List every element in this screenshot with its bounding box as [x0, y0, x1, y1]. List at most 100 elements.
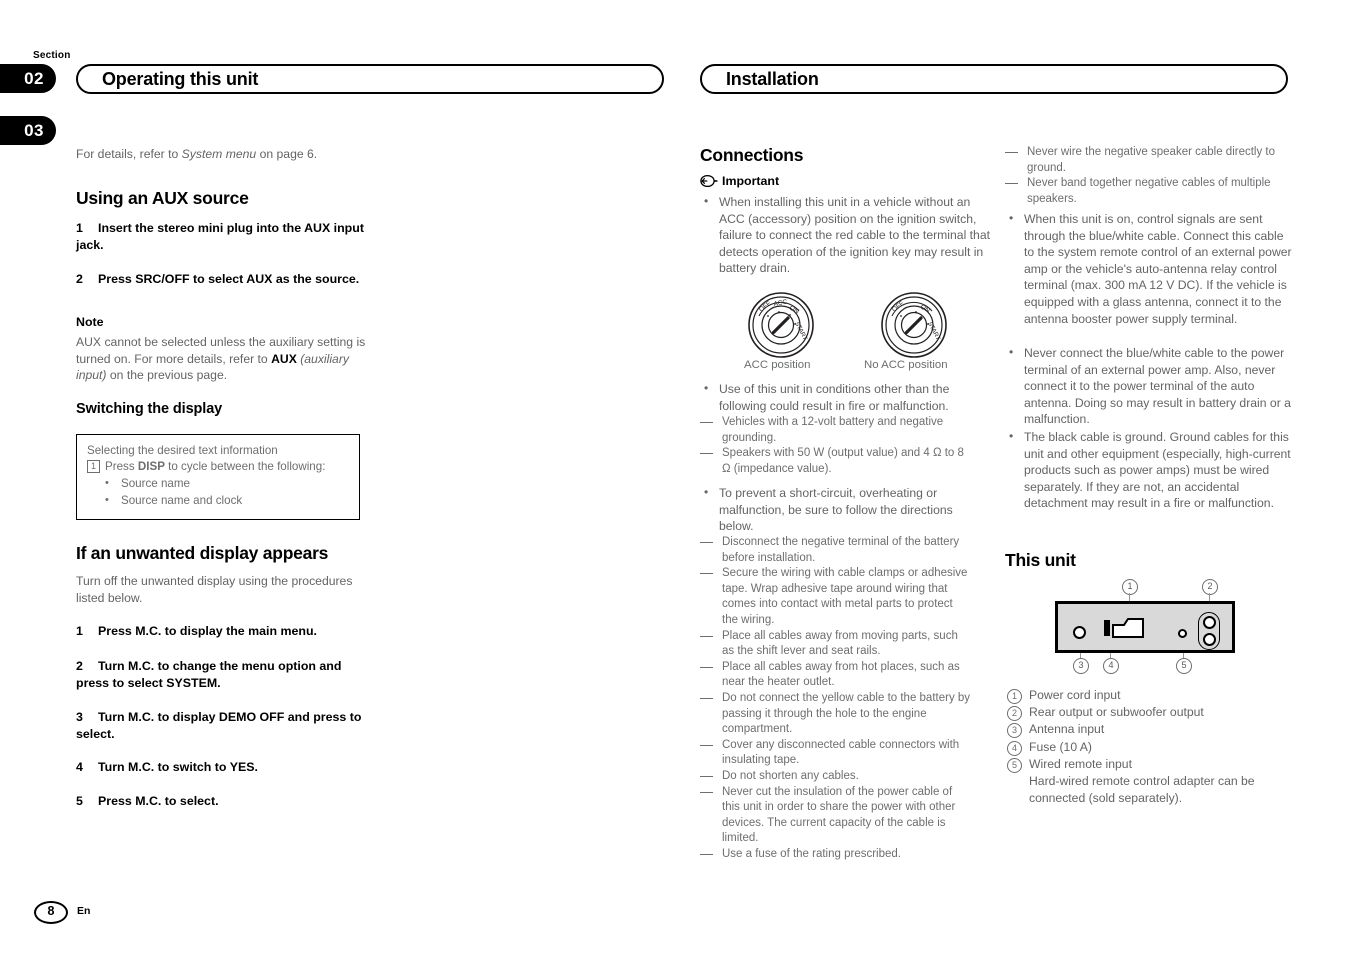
intro-italic: System menu [181, 147, 257, 161]
legend-circle-3: 3 [1007, 723, 1022, 739]
section-tab-03: 03 [0, 116, 56, 145]
callout-2: 2 [1202, 579, 1218, 595]
connections-bullet-1: When installing this unit in a vehicle w… [700, 193, 990, 277]
connections-bullet-2-sublist: Vehicles with a 12-volt battery and nega… [700, 415, 971, 477]
connections-bullet-2-list: Use of this unit in conditions other tha… [700, 380, 990, 414]
legend-text-2: Rear output or subwoofer output [1029, 705, 1204, 720]
intro-prefix: For details, refer to [76, 147, 182, 161]
no-acc-position-caption: No ACC position [864, 359, 948, 371]
unwanted-display-intro: Turn off the unwanted display using the … [76, 574, 353, 605]
legend-text-4: Fuse (10 A) [1029, 739, 1092, 754]
unwanted-step-4: 4 Turn M.C. to switch to YES. [76, 759, 366, 776]
tip-box-step-pre: Press [105, 460, 138, 473]
unwanted-step-2-text: Turn M.C. to change the menu option and … [76, 659, 342, 690]
note-heading: Note [76, 315, 104, 329]
heading-using-aux-source: Using an AUX source [76, 188, 249, 208]
legend-item-2: 2 Rear output or subwoofer output [1005, 704, 1295, 722]
aux-step-2-text: Press SRC/OFF to select AUX as the sourc… [98, 272, 360, 286]
unwanted-step-2-number: 2 [76, 659, 83, 673]
rear-panel-diagram: 1 2 3 4 5 [1000, 578, 1290, 674]
svg-text:START: START [793, 321, 808, 342]
tip-box-bullet-1: Source name [105, 475, 349, 492]
connections-bullet-3-list: To prevent a short-circuit, overheating … [700, 484, 990, 535]
tip-box-step-bold: DISP [137, 460, 165, 473]
right-dash-1: Never wire the negative speaker cable di… [1005, 145, 1276, 176]
section-word-label: Section [33, 50, 71, 61]
note-body: AUX cannot be selected unless the auxili… [76, 334, 366, 384]
header-left-title: Operating this unit [102, 68, 259, 89]
right-bullet-3: The black cable is ground. Ground cables… [1005, 428, 1295, 512]
unwanted-step-3: 3 Turn M.C. to display DEMO OFF and press… [76, 709, 368, 742]
important-label: Important [722, 174, 780, 188]
page-language-label: En [77, 905, 91, 917]
legend-item-3: 3 Antenna input [1005, 721, 1295, 739]
connections-bullet-1-list: When installing this unit in a vehicle w… [700, 193, 990, 277]
connections-bullet-2-sub-2: Speakers with 50 W (output value) and 4 … [700, 446, 971, 477]
legend-text-5: Wired remote input [1029, 756, 1132, 771]
svg-text:OFF: OFF [891, 300, 906, 314]
header-right-title: Installation [726, 68, 819, 89]
tip-box-title: Selecting the desired text information [87, 444, 278, 457]
connections-bullet-3-sublist: Disconnect the negative terminal of the … [700, 535, 971, 862]
page-number-badge: 8 [34, 901, 68, 924]
acc-position-caption: ACC position [744, 359, 811, 371]
wired-remote-input-icon [1178, 629, 1187, 638]
connections-bullet-3-sub-3: Place all cables away from moving parts,… [700, 629, 971, 660]
svg-text:ON: ON [788, 305, 800, 316]
note-bold-aux: AUX [271, 351, 297, 366]
unwanted-step-3-text: Turn M.C. to display DEMO OFF and press … [76, 710, 362, 741]
antenna-input-jack-icon [1073, 626, 1086, 639]
note-part2: on the previous page. [106, 368, 228, 383]
section-tab-02-label: 02 [24, 68, 44, 88]
connections-bullet-3-sub-5: Do not connect the yellow cable to the b… [700, 691, 971, 738]
aux-step-1-number: 1 [76, 221, 83, 235]
legend-continued-text: Hard-wired remote control adapter can be… [1029, 774, 1255, 806]
aux-step-2: 2 Press SRC/OFF to select AUX as the sour… [76, 271, 364, 288]
connections-bullet-3-sub-6: Cover any disconnected cable connectors … [700, 738, 971, 769]
header-installation: Installation [700, 64, 1288, 94]
aux-step-2-number: 2 [76, 272, 83, 286]
important-row: Important [700, 174, 779, 188]
unwanted-step-1-number: 1 [76, 624, 83, 638]
tip-box-step: 1 Press DISP to cycle between the followi… [87, 459, 349, 475]
connections-bullet-3-sub-2: Secure the wiring with cable clamps or a… [700, 566, 971, 628]
connections-bullet-3-sub-1: Disconnect the negative terminal of the … [700, 535, 971, 566]
section-tab-03-label: 03 [24, 120, 44, 140]
connections-bullet-3: To prevent a short-circuit, overheating … [700, 484, 990, 535]
aux-step-1-text: Insert the stereo mini plug into the AUX… [76, 221, 364, 252]
unwanted-step-4-text: Turn M.C. to switch to YES. [98, 760, 258, 774]
unwanted-step-5-number: 5 [76, 794, 83, 808]
callout-5: 5 [1176, 658, 1192, 674]
unwanted-step-1-text: Press M.C. to display the main menu. [98, 624, 317, 638]
legend-text-1: Power cord input [1029, 688, 1121, 702]
connections-bullet-2-sub-1: Vehicles with a 12-volt battery and nega… [700, 415, 971, 446]
rear-output-jack-bottom-icon [1202, 633, 1216, 646]
heading-this-unit: This unit [1005, 550, 1076, 570]
svg-text:START: START [926, 321, 941, 342]
right-bullet-1: When this unit is on, control signals ar… [1005, 210, 1295, 327]
fuse-icon [1104, 620, 1110, 636]
connections-bullet-3-sub-4: Place all cables away from hot places, s… [700, 660, 971, 691]
unwanted-step-5: 5 Press M.C. to select. [76, 793, 366, 810]
connections-bullet-3-sub-7: Do not shorten any cables. [700, 769, 971, 785]
legend-item-1: 1 Power cord input [1005, 687, 1295, 704]
right-dash-2: Never band together negative cables of m… [1005, 176, 1276, 207]
unwanted-step-3-number: 3 [76, 710, 83, 724]
manual-page: Section 02 03 Operating this unit Instal… [0, 0, 1352, 954]
tip-box-bullet-list: Source name Source name and clock [87, 475, 349, 509]
header-operating-this-unit: Operating this unit [76, 64, 664, 94]
unwanted-step-4-number: 4 [76, 760, 83, 774]
intro-suffix: on page 6. [256, 147, 318, 161]
right-bullet-3-list: The black cable is ground. Ground cables… [1005, 428, 1295, 512]
callout-1: 1 [1122, 579, 1138, 595]
right-bullet-2: Never connect the blue/white cable to th… [1005, 344, 1295, 428]
acc-position-diagram: OFF ACC ON START OFF ON START ACC positi… [700, 287, 990, 377]
unwanted-step-1: 1 Press M.C. to display the main menu. [76, 623, 366, 640]
callout-4: 4 [1103, 658, 1119, 674]
legend-item-4: 4 Fuse (10 A) [1005, 739, 1295, 756]
rear-output-jack-top-icon [1202, 616, 1216, 629]
legend-item-5: 5 Wired remote input [1005, 756, 1295, 773]
legend-circle-5: 5 [1007, 757, 1022, 773]
svg-text:OFF: OFF [758, 300, 773, 314]
tip-box-bullet-2: Source name and clock [105, 492, 349, 509]
